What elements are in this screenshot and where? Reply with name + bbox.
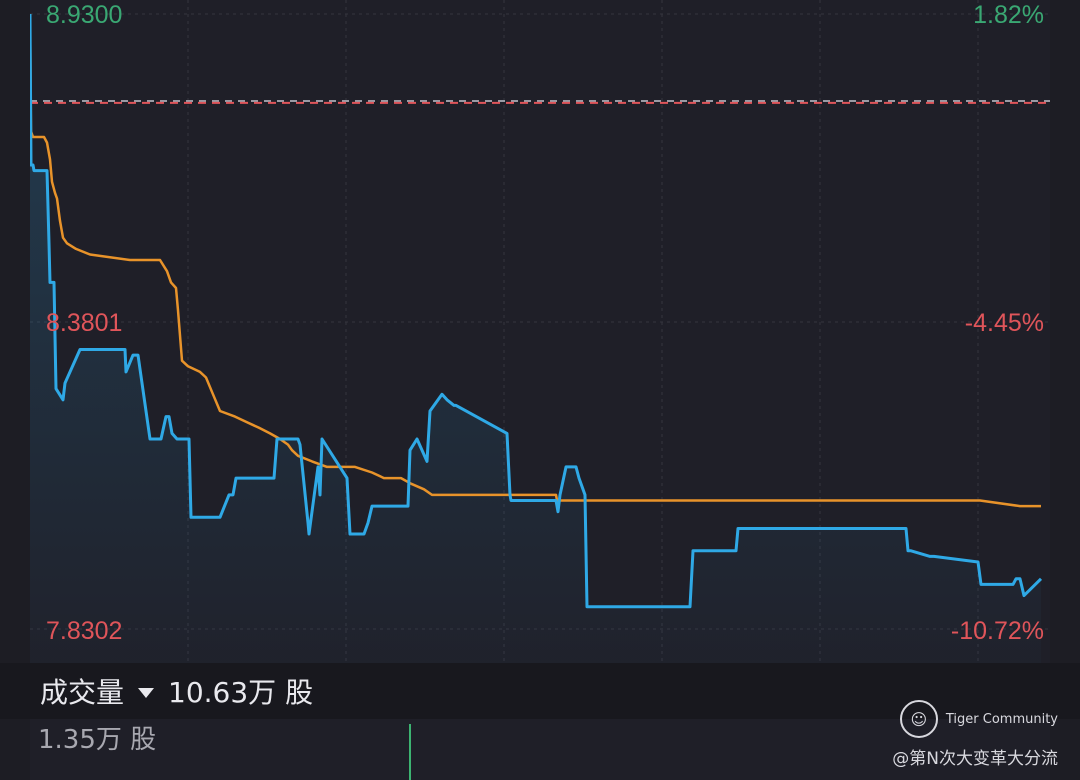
y-right-mid-label: -4.45% — [964, 309, 1044, 337]
volume-bar — [409, 724, 411, 780]
y-right-max-label: 1.82% — [973, 1, 1044, 29]
watermark: ☺ Tiger Community @第N次大变革大分流 — [892, 700, 1058, 769]
price-area-fill — [30, 14, 1041, 663]
watermark-user: @第N次大变革大分流 — [892, 749, 1058, 769]
intraday-price-chart[interactable] — [30, 0, 1050, 663]
volume-selector[interactable]: 成交量 10.63万 股 — [40, 676, 313, 710]
price-chart-panel[interactable] — [30, 0, 1050, 663]
tiger-logo-icon: ☺ — [899, 700, 938, 738]
volume-label: 成交量 — [40, 676, 125, 709]
volume-total: 10.63万 股 — [168, 676, 314, 709]
y-left-mid-label: 8.3801 — [46, 309, 123, 337]
y-left-max-label: 8.9300 — [46, 1, 123, 29]
y-right-min-label: -10.72% — [950, 617, 1044, 645]
y-left-min-label: 7.8302 — [46, 617, 123, 645]
average-price-line — [30, 13, 1041, 508]
caret-down-icon[interactable] — [138, 688, 155, 698]
watermark-brand: Tiger Community — [945, 711, 1058, 727]
volume-scale-label: 1.35万 股 — [38, 725, 157, 755]
